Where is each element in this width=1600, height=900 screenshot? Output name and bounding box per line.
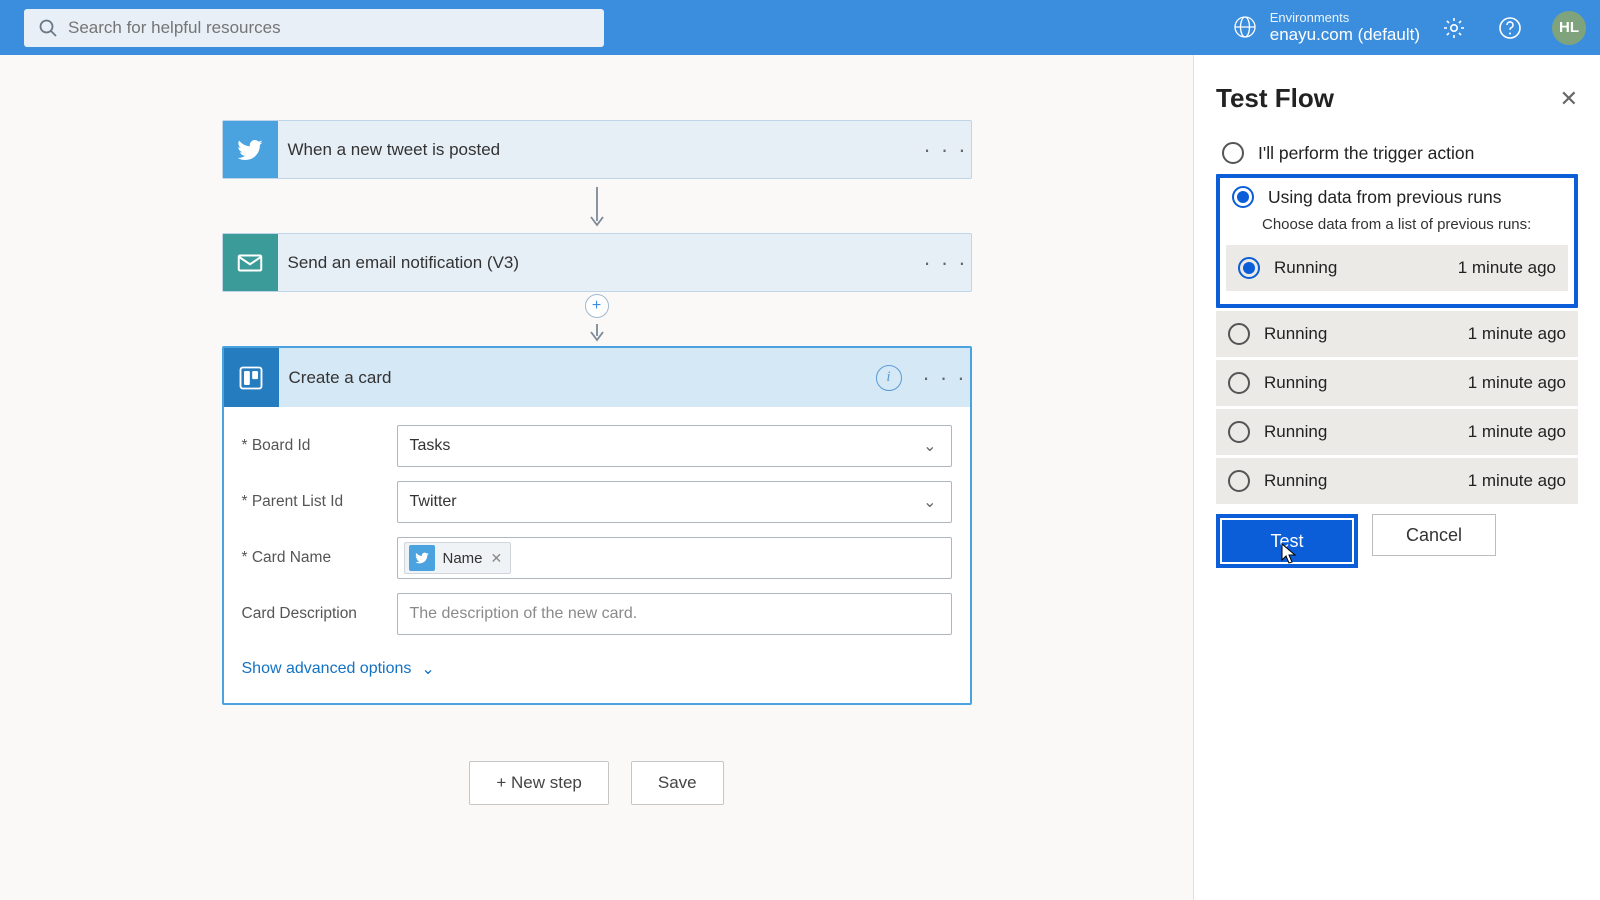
search-icon [38, 18, 58, 38]
mail-icon [223, 234, 278, 291]
option-previous-runs-highlight: Using data from previous runs Choose dat… [1216, 174, 1578, 308]
chevron-down-icon: ⌄ [421, 659, 434, 679]
add-step-button[interactable]: + [585, 294, 609, 318]
chevron-down-icon: ⌄ [923, 436, 936, 456]
help-button[interactable] [1498, 16, 1522, 40]
step-title: When a new tweet is posted [278, 140, 921, 160]
parent-list-value: Twitter [410, 493, 457, 511]
radio-icon [1228, 372, 1250, 394]
run-status: Running [1264, 471, 1454, 491]
twitter-icon [409, 545, 435, 571]
action-step-trello: Create a card i · · · * Board Id Tasks ⌄… [222, 346, 972, 705]
run-item[interactable]: Running 1 minute ago [1216, 360, 1578, 406]
run-status: Running [1264, 422, 1454, 442]
cancel-button[interactable]: Cancel [1372, 514, 1496, 556]
step-menu-button[interactable]: · · · [920, 365, 970, 391]
globe-icon [1232, 14, 1258, 40]
radio-icon [1222, 142, 1244, 164]
radio-icon [1228, 421, 1250, 443]
option-label: Using data from previous runs [1268, 187, 1501, 208]
run-item[interactable]: Running 1 minute ago [1216, 458, 1578, 504]
gear-icon [1442, 16, 1466, 40]
board-id-label: * Board Id [242, 437, 397, 455]
flow-canvas: When a new tweet is posted · · · Send an… [0, 55, 1193, 900]
card-name-input[interactable]: Name ✕ [397, 537, 952, 579]
run-status: Running [1274, 258, 1444, 278]
connector-arrow: + [222, 292, 972, 346]
action-step-email[interactable]: Send an email notification (V3) · · · [222, 233, 972, 292]
close-button[interactable]: ✕ [1560, 86, 1578, 112]
radio-icon [1238, 257, 1260, 279]
step-menu-button[interactable]: · · · [921, 250, 971, 276]
test-button-highlight: Test [1216, 514, 1358, 568]
test-flow-panel: Test Flow ✕ I'll perform the trigger act… [1193, 55, 1600, 900]
info-icon[interactable]: i [876, 365, 902, 391]
run-status: Running [1264, 324, 1454, 344]
option-label: I'll perform the trigger action [1258, 143, 1474, 164]
connector-arrow [222, 179, 972, 233]
radio-icon [1228, 323, 1250, 345]
trello-icon [224, 348, 279, 407]
token-remove[interactable]: ✕ [491, 550, 503, 567]
search-box[interactable] [24, 9, 604, 47]
board-id-value: Tasks [410, 437, 451, 455]
run-time: 1 minute ago [1468, 422, 1566, 442]
board-id-select[interactable]: Tasks ⌄ [397, 425, 952, 467]
option-manual-trigger[interactable]: I'll perform the trigger action [1216, 136, 1578, 170]
show-advanced-link[interactable]: Show advanced options ⌄ [242, 649, 952, 693]
new-step-button[interactable]: + New step [469, 761, 609, 805]
app-header: Environments enayu.com (default) HL [0, 0, 1600, 55]
help-icon [1498, 16, 1522, 40]
run-item[interactable]: Running 1 minute ago [1216, 409, 1578, 455]
run-list: Running 1 minute ago [1226, 245, 1568, 291]
card-title: Create a card [279, 368, 876, 388]
run-time: 1 minute ago [1468, 471, 1566, 491]
panel-title: Test Flow [1216, 83, 1334, 114]
radio-icon [1232, 186, 1254, 208]
advanced-link-label: Show advanced options [242, 660, 412, 678]
trigger-step[interactable]: When a new tweet is posted · · · [222, 120, 972, 179]
avatar[interactable]: HL [1552, 11, 1586, 45]
twitter-icon [223, 121, 278, 178]
test-button[interactable]: Test [1222, 520, 1352, 562]
token-label: Name [443, 550, 483, 567]
card-name-label: * Card Name [242, 549, 397, 567]
option-sublabel: Choose data from a list of previous runs… [1262, 216, 1568, 233]
run-item[interactable]: Running 1 minute ago [1216, 311, 1578, 357]
parent-list-select[interactable]: Twitter ⌄ [397, 481, 952, 523]
run-item[interactable]: Running 1 minute ago [1226, 245, 1568, 291]
radio-icon [1228, 470, 1250, 492]
card-header[interactable]: Create a card i · · · [224, 348, 970, 407]
card-description-placeholder: The description of the new card. [410, 605, 638, 623]
search-input[interactable] [68, 18, 590, 38]
run-time: 1 minute ago [1468, 373, 1566, 393]
step-title: Send an email notification (V3) [278, 253, 921, 273]
dynamic-token[interactable]: Name ✕ [404, 542, 512, 574]
run-time: 1 minute ago [1468, 324, 1566, 344]
step-menu-button[interactable]: · · · [921, 137, 971, 163]
environment-picker[interactable]: Environments enayu.com (default) [1232, 10, 1420, 46]
settings-button[interactable] [1442, 16, 1466, 40]
save-button[interactable]: Save [631, 761, 724, 805]
run-time: 1 minute ago [1458, 258, 1556, 278]
chevron-down-icon: ⌄ [923, 492, 936, 512]
card-description-input[interactable]: The description of the new card. [397, 593, 952, 635]
env-label: Environments [1270, 10, 1420, 26]
parent-list-label: * Parent List Id [242, 493, 397, 511]
run-status: Running [1264, 373, 1454, 393]
env-name: enayu.com (default) [1270, 25, 1420, 45]
option-previous-runs[interactable]: Using data from previous runs [1226, 184, 1568, 214]
card-description-label: Card Description [242, 605, 397, 623]
